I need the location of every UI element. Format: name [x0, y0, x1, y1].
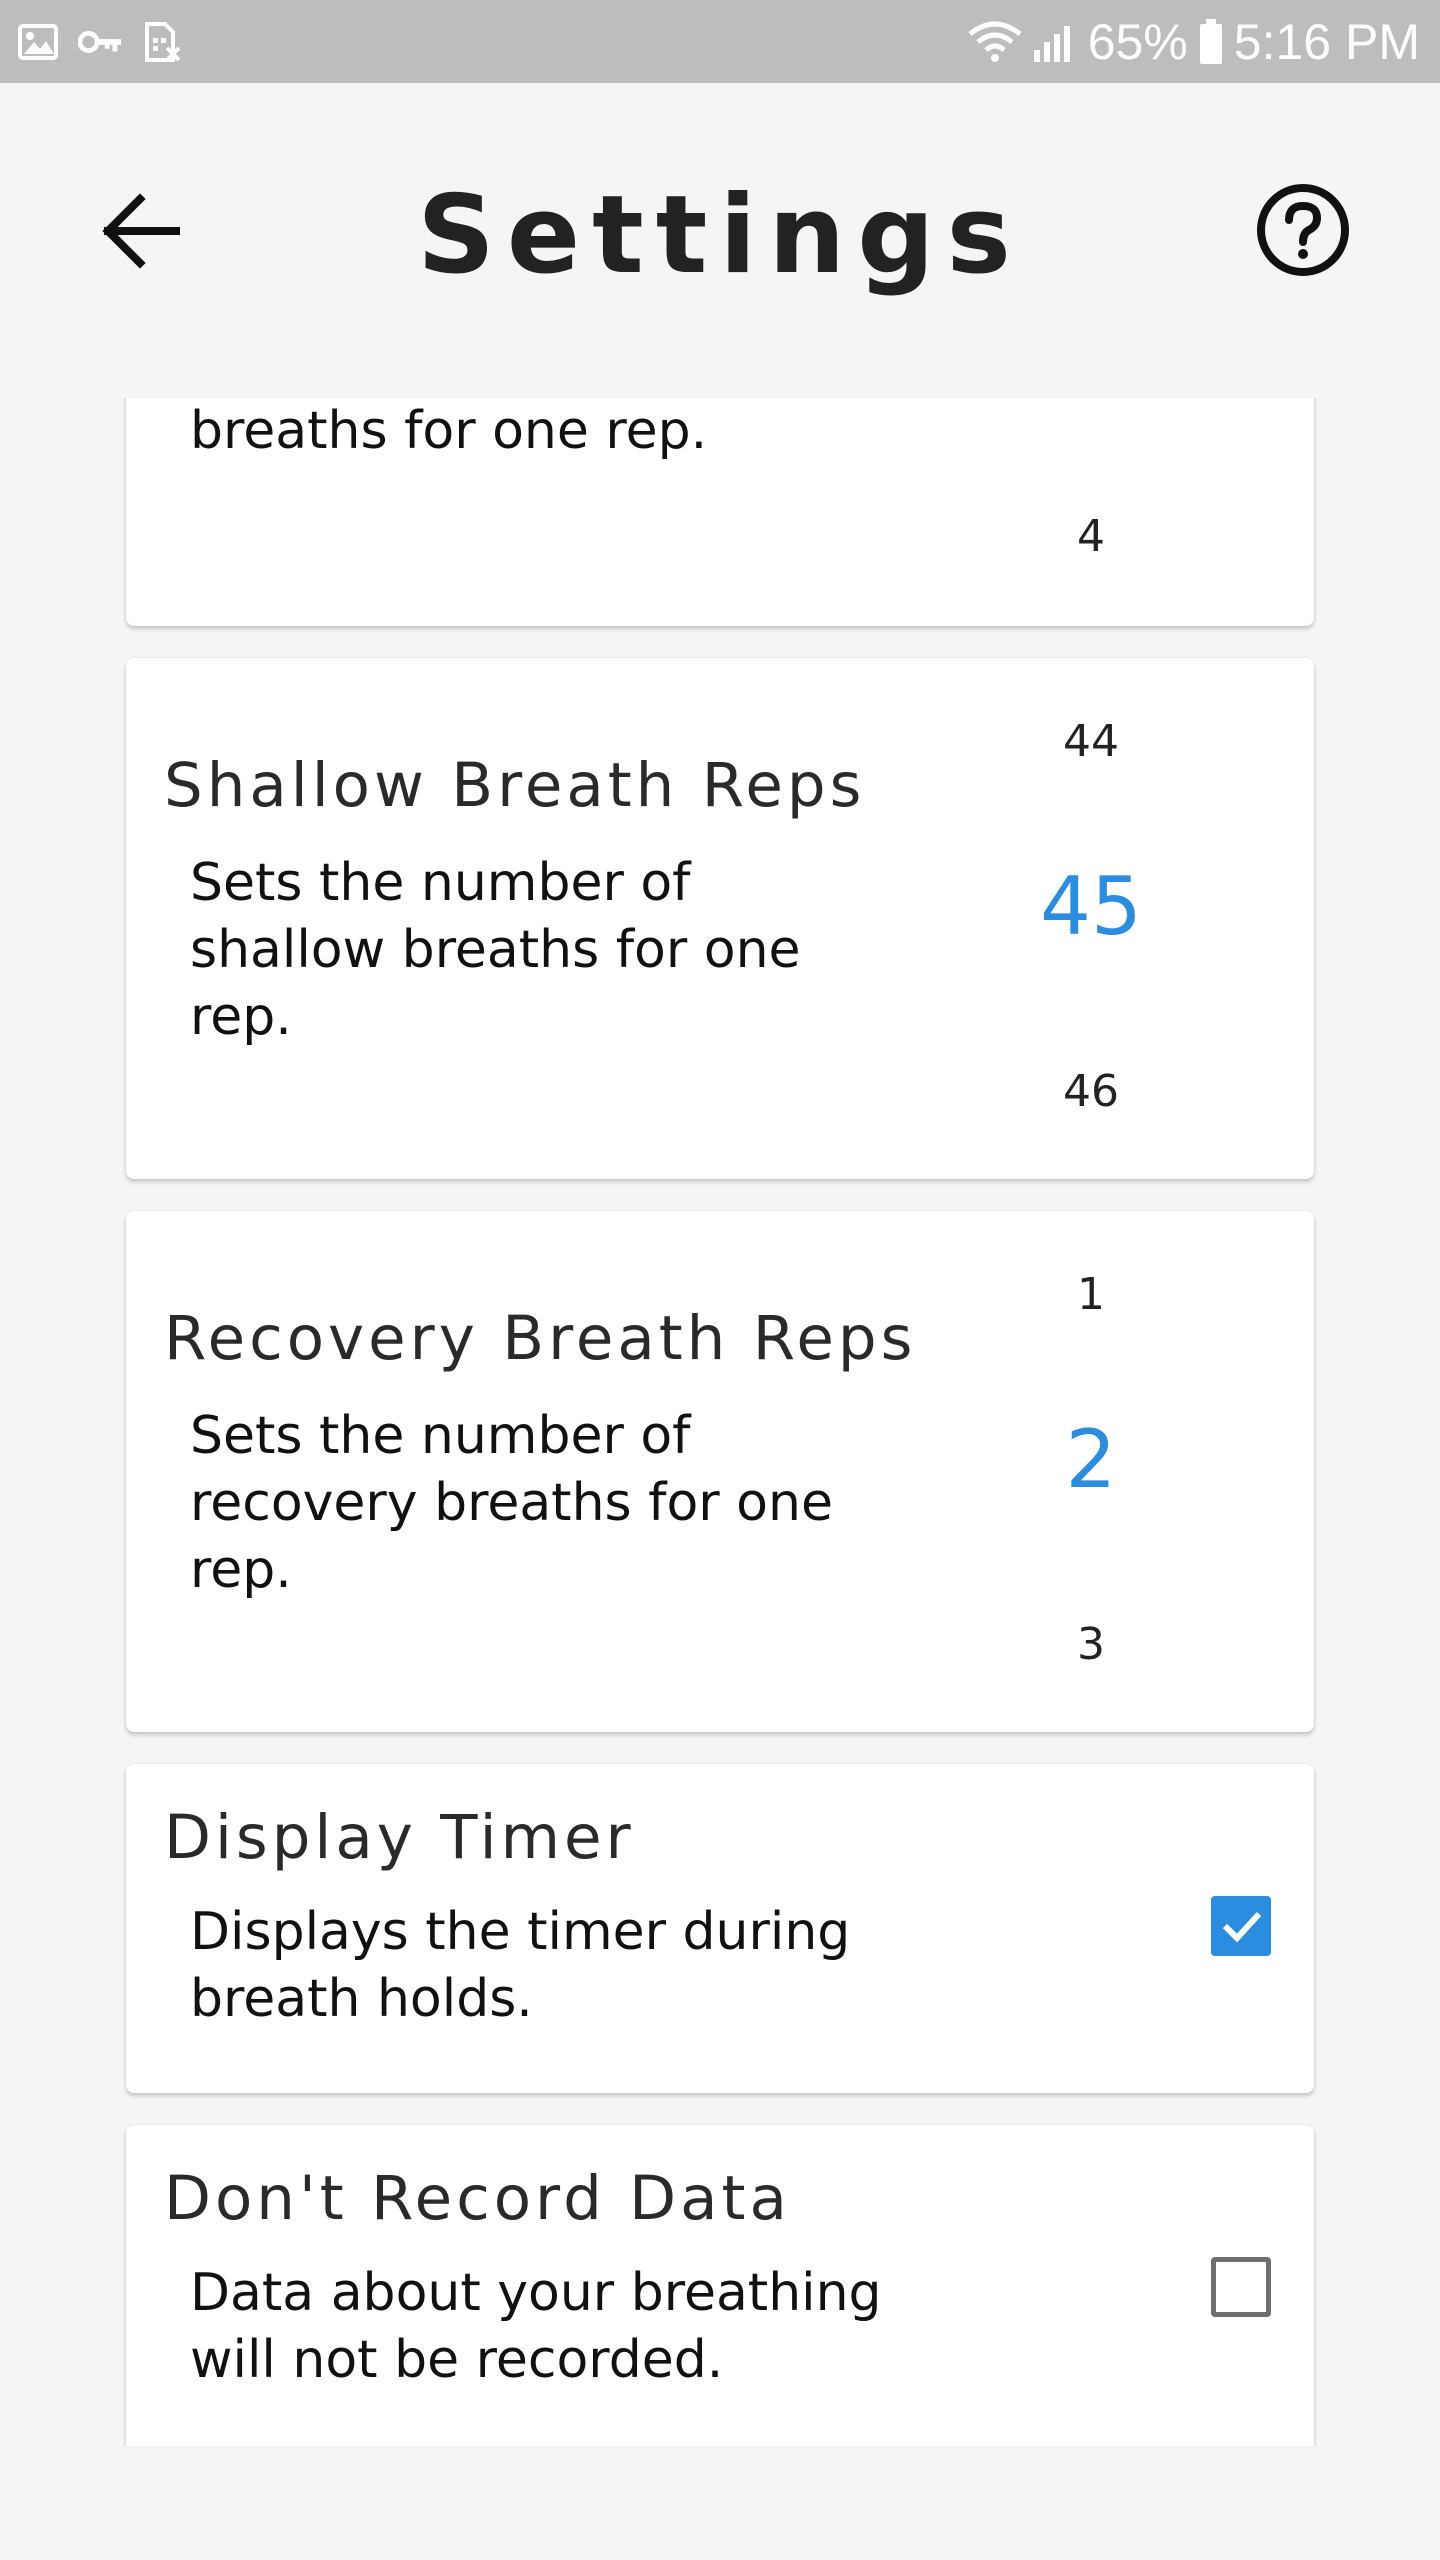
setting-card-breath-reps: breaths for one rep. 4: [126, 398, 1314, 626]
breath-reps-picker[interactable]: 4: [1026, 398, 1156, 626]
status-right-icons: 65% 5:16 PM: [968, 0, 1420, 83]
wifi-icon: [968, 17, 1022, 67]
display-timer-checkbox[interactable]: [1211, 1896, 1271, 1956]
dont-record-data-checkbox[interactable]: [1211, 2257, 1271, 2317]
breath-reps-description: breaths for one rep.: [190, 401, 708, 461]
picker-selected-value[interactable]: 2: [1026, 1413, 1156, 1506]
setting-card-dont-record-data: Don't Record Data Data about your breath…: [126, 2125, 1314, 2446]
sim-off-icon: [140, 20, 184, 64]
image-icon: [16, 20, 60, 64]
recovery-breath-reps-picker[interactable]: 1 2 3: [1026, 1211, 1156, 1732]
help-button[interactable]: [1245, 175, 1360, 290]
status-time: 5:16 PM: [1233, 13, 1420, 70]
help-circle-icon: [1255, 182, 1351, 283]
app-header: Settings: [0, 83, 1440, 398]
picker-next-value[interactable]: 46: [1026, 1066, 1156, 1117]
checkmark-icon: [1222, 1911, 1262, 1943]
display-timer-title: Display Timer: [164, 1802, 635, 1873]
battery-percent: 65%: [1087, 13, 1188, 70]
shallow-breath-reps-picker[interactable]: 44 45 46: [1026, 658, 1156, 1179]
settings-list[interactable]: breaths for one rep. 4 Shallow Breath Re…: [0, 398, 1440, 2446]
page-title: Settings: [417, 173, 1023, 298]
picker-next-value[interactable]: 4: [1026, 511, 1156, 562]
status-left-icons: [16, 0, 184, 83]
setting-card-recovery-breath-reps: Recovery Breath Reps Sets the number of …: [126, 1211, 1314, 1732]
dont-record-data-title: Don't Record Data: [164, 2163, 791, 2234]
shallow-breath-reps-description: Sets the number of shallow breaths for o…: [190, 853, 801, 1047]
battery-icon: [1198, 17, 1224, 67]
recovery-breath-reps-title: Recovery Breath Reps: [164, 1303, 917, 1374]
display-timer-description: Displays the timer during breath holds.: [190, 1902, 851, 2029]
shallow-breath-reps-title: Shallow Breath Reps: [164, 750, 866, 821]
signal-icon: [1032, 17, 1078, 67]
setting-card-shallow-breath-reps: Shallow Breath Reps Sets the number of s…: [126, 658, 1314, 1179]
dont-record-data-description: Data about your breathing will not be re…: [190, 2263, 882, 2390]
setting-card-display-timer: Display Timer Displays the timer during …: [126, 1764, 1314, 2093]
recovery-breath-reps-description: Sets the number of recovery breaths for …: [190, 1406, 833, 1600]
key-icon: [78, 20, 122, 64]
picker-prev-value[interactable]: 1: [1026, 1269, 1156, 1320]
picker-prev-value[interactable]: 44: [1026, 716, 1156, 767]
picker-next-value[interactable]: 3: [1026, 1619, 1156, 1670]
picker-selected-value[interactable]: 45: [1026, 860, 1156, 953]
status-bar: 65% 5:16 PM: [0, 0, 1440, 83]
